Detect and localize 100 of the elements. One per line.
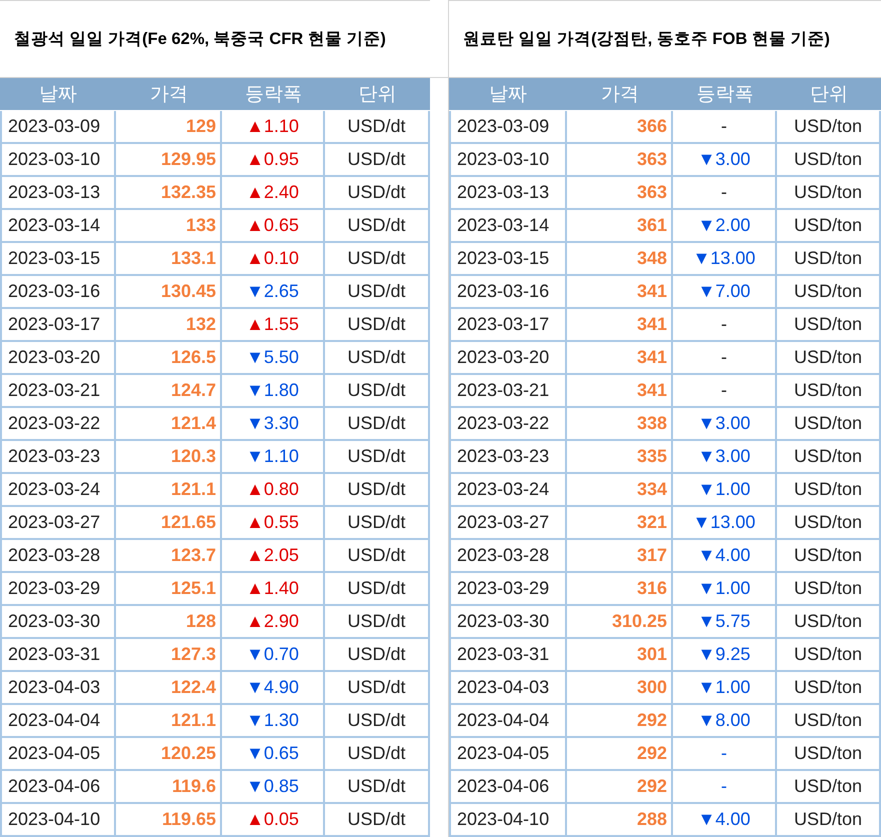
- price-cell: 348: [567, 243, 673, 276]
- change-cell: ▼13.00: [673, 243, 777, 276]
- date-cell: 2023-03-22: [449, 408, 567, 441]
- price-cell: 335: [567, 441, 673, 474]
- price-cell: 363: [567, 144, 673, 177]
- price-cell: 122.4: [116, 672, 222, 705]
- date-cell: 2023-03-20: [449, 342, 567, 375]
- price-cell: 129.95: [116, 144, 222, 177]
- unit-cell: USD/dt: [325, 672, 430, 705]
- price-cell: 341: [567, 276, 673, 309]
- change-cell: ▼13.00: [673, 507, 777, 540]
- price-cell: 123.7: [116, 540, 222, 573]
- unit-cell: USD/ton: [777, 804, 881, 837]
- price-cell: 121.4: [116, 408, 222, 441]
- unit-cell: USD/dt: [325, 639, 430, 672]
- unit-cell: USD/ton: [777, 276, 881, 309]
- change-cell: ▼1.00: [673, 672, 777, 705]
- change-cell: -: [673, 342, 777, 375]
- change-cell: ▼0.85: [222, 771, 325, 804]
- price-cell: 120.25: [116, 738, 222, 771]
- price-cell: 121.1: [116, 705, 222, 738]
- date-cell: 2023-03-14: [0, 210, 116, 243]
- price-cell: 130.45: [116, 276, 222, 309]
- unit-cell: USD/ton: [777, 474, 881, 507]
- change-cell: ▲2.90: [222, 606, 325, 639]
- price-cell: 121.1: [116, 474, 222, 507]
- unit-cell: USD/ton: [777, 738, 881, 771]
- price-cell: 121.65: [116, 507, 222, 540]
- unit-cell: USD/ton: [777, 210, 881, 243]
- change-cell: ▲1.55: [222, 309, 325, 342]
- change-cell: -: [673, 177, 777, 210]
- date-cell: 2023-03-17: [0, 309, 116, 342]
- column-header: 단위: [777, 78, 881, 110]
- price-cell: 126.5: [116, 342, 222, 375]
- unit-cell: USD/dt: [325, 309, 430, 342]
- unit-cell: USD/ton: [777, 573, 881, 606]
- change-cell: ▲2.05: [222, 540, 325, 573]
- date-cell: 2023-03-23: [449, 441, 567, 474]
- table-title: 철광석 일일 가격(Fe 62%, 북중국 CFR 현물 기준): [14, 29, 386, 50]
- price-cell: 317: [567, 540, 673, 573]
- unit-cell: USD/dt: [325, 210, 430, 243]
- date-cell: 2023-03-17: [449, 309, 567, 342]
- price-cell: 310.25: [567, 606, 673, 639]
- date-cell: 2023-03-13: [449, 177, 567, 210]
- date-cell: 2023-03-29: [449, 573, 567, 606]
- date-cell: 2023-03-13: [0, 177, 116, 210]
- unit-cell: USD/dt: [325, 474, 430, 507]
- date-cell: 2023-03-28: [0, 540, 116, 573]
- date-cell: 2023-03-24: [449, 474, 567, 507]
- price-cell: 133.1: [116, 243, 222, 276]
- unit-cell: USD/dt: [325, 738, 430, 771]
- price-cell: 363: [567, 177, 673, 210]
- date-cell: 2023-03-10: [0, 144, 116, 177]
- price-cell: 119.65: [116, 804, 222, 837]
- unit-cell: USD/dt: [325, 408, 430, 441]
- table-title: 원료탄 일일 가격(강점탄, 동호주 FOB 현물 기준): [463, 29, 830, 50]
- unit-cell: USD/ton: [777, 144, 881, 177]
- date-cell: 2023-04-10: [449, 804, 567, 837]
- column-header: 등락폭: [222, 78, 325, 110]
- unit-cell: USD/dt: [325, 111, 430, 144]
- change-cell: ▼1.10: [222, 441, 325, 474]
- price-cell: 132.35: [116, 177, 222, 210]
- date-cell: 2023-03-27: [449, 507, 567, 540]
- change-cell: ▼1.00: [673, 474, 777, 507]
- price-cell: 133: [116, 210, 222, 243]
- date-cell: 2023-04-04: [449, 705, 567, 738]
- price-cell: 338: [567, 408, 673, 441]
- date-cell: 2023-03-20: [0, 342, 116, 375]
- date-cell: 2023-04-03: [0, 672, 116, 705]
- change-cell: -: [673, 738, 777, 771]
- unit-cell: USD/dt: [325, 705, 430, 738]
- change-cell: ▼3.30: [222, 408, 325, 441]
- change-cell: ▼0.65: [222, 738, 325, 771]
- change-cell: ▲0.65: [222, 210, 325, 243]
- price-cell: 292: [567, 705, 673, 738]
- change-cell: ▼3.00: [673, 144, 777, 177]
- price-cell: 128: [116, 606, 222, 639]
- unit-cell: USD/ton: [777, 342, 881, 375]
- unit-cell: USD/dt: [325, 276, 430, 309]
- change-cell: -: [673, 375, 777, 408]
- change-cell: ▲0.95: [222, 144, 325, 177]
- change-cell: -: [673, 771, 777, 804]
- change-cell: ▼4.00: [673, 540, 777, 573]
- price-cell: 316: [567, 573, 673, 606]
- unit-cell: USD/ton: [777, 111, 881, 144]
- price-cell: 361: [567, 210, 673, 243]
- change-cell: ▲0.55: [222, 507, 325, 540]
- date-cell: 2023-03-22: [0, 408, 116, 441]
- date-cell: 2023-03-28: [449, 540, 567, 573]
- date-cell: 2023-03-09: [449, 111, 567, 144]
- column-header: 가격: [116, 78, 222, 110]
- change-cell: ▼2.65: [222, 276, 325, 309]
- price-cell: 292: [567, 771, 673, 804]
- change-cell: ▼1.30: [222, 705, 325, 738]
- unit-cell: USD/dt: [325, 375, 430, 408]
- change-cell: ▲2.40: [222, 177, 325, 210]
- price-cell: 124.7: [116, 375, 222, 408]
- change-cell: ▲1.10: [222, 111, 325, 144]
- price-cell: 341: [567, 342, 673, 375]
- price-cell: 127.3: [116, 639, 222, 672]
